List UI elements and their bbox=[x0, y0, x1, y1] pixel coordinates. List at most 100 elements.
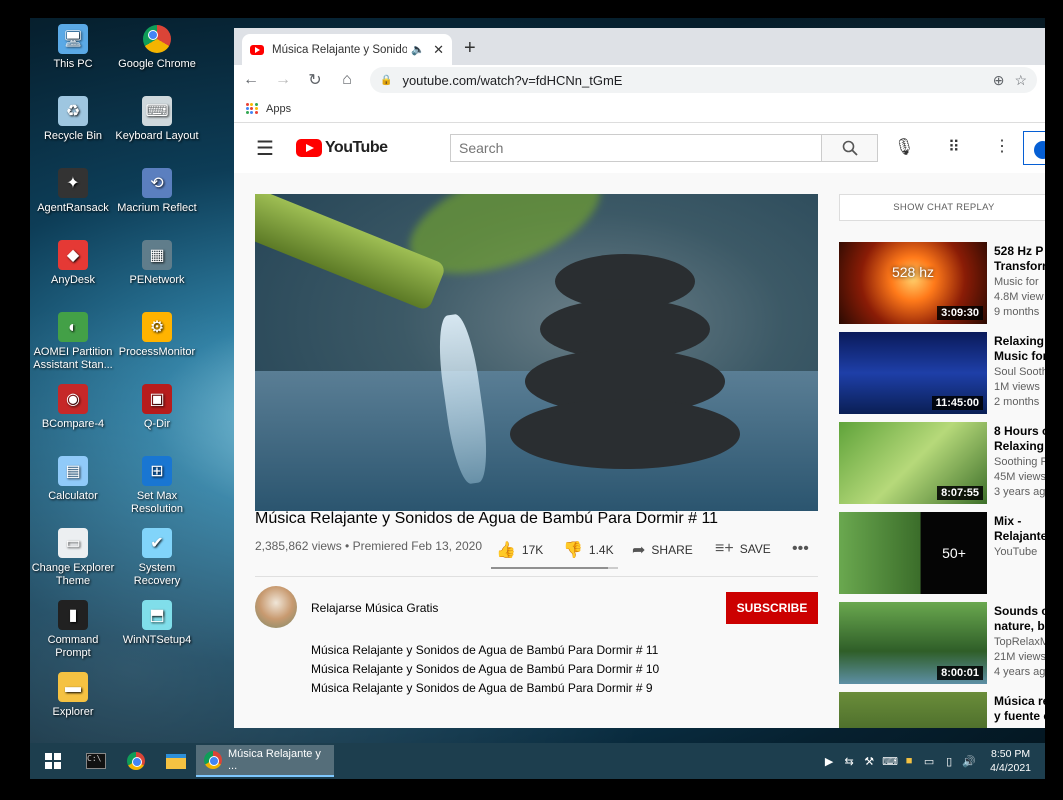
recommendation-meta: 4 years ag bbox=[994, 666, 1045, 678]
recommendation-thumbnail[interactable]: 50+ bbox=[839, 512, 987, 594]
more-options-icon[interactable]: ⋮ bbox=[994, 136, 1010, 156]
channel-name[interactable]: Relajarse Música Gratis bbox=[311, 601, 438, 615]
chrome-icon bbox=[142, 24, 172, 54]
tool-icon[interactable]: ⚒ bbox=[862, 755, 876, 768]
desktop-icon-label: AgentRansack bbox=[37, 202, 109, 214]
dislike-button[interactable]: 👎 1.4K bbox=[563, 540, 614, 560]
description-line: Música Relajante y Sonidos de Agua de Ba… bbox=[311, 643, 659, 657]
chrome-icon bbox=[204, 751, 222, 769]
like-button[interactable]: 👍 17K bbox=[496, 540, 543, 560]
recommendation-item[interactable]: Música re y fuente c bbox=[839, 692, 1045, 728]
recommendation-title-line: Relaxing bbox=[994, 334, 1045, 348]
home-icon[interactable]: ⌂ bbox=[338, 71, 356, 89]
clock[interactable]: 8:50 PM 4/4/2021 bbox=[990, 747, 1031, 775]
apps-bookmark[interactable]: Apps bbox=[266, 103, 291, 115]
desktop-icon[interactable]: ▮ Command Prompt bbox=[31, 600, 115, 660]
search-button[interactable] bbox=[822, 134, 878, 162]
taskbar-chrome[interactable] bbox=[116, 743, 156, 779]
desktop-icon[interactable]: ▦ PENetwork bbox=[115, 240, 199, 287]
forward-icon[interactable]: → bbox=[274, 71, 292, 89]
desktop-icon[interactable]: ▤ Calculator bbox=[31, 456, 115, 503]
recommendation-item[interactable]: 50+ Mix - Relajante YouTube bbox=[839, 512, 1045, 594]
recycle-bin-icon: ♻ bbox=[58, 96, 88, 126]
recommendation-item[interactable]: 8:07:55 8 Hours o Relaxing Soothing R 45M vi… bbox=[839, 422, 1045, 504]
channel-avatar[interactable] bbox=[255, 586, 297, 628]
media-play-icon[interactable]: ▶ bbox=[822, 755, 836, 768]
sign-in-button[interactable] bbox=[1023, 131, 1045, 165]
recommendation-thumbnail[interactable]: 8:00:01 bbox=[839, 602, 987, 684]
desktop-icon[interactable]: ▬ Explorer bbox=[31, 672, 115, 719]
volume-icon[interactable]: 🔊 bbox=[962, 755, 976, 768]
color-icon[interactable]: ■ bbox=[902, 755, 916, 767]
share-button[interactable]: ➦ SHARE bbox=[632, 540, 693, 560]
save-button[interactable]: ≡+ SAVE bbox=[715, 540, 771, 558]
desktop-icon[interactable]: Google Chrome bbox=[115, 24, 199, 71]
address-bar[interactable]: 🔒 youtube.com/watch?v=fdHCNn_tGmE ⊕ ☆ bbox=[370, 67, 1037, 93]
recommendation-title-line: Mix - bbox=[994, 514, 1022, 528]
computer-icon: 🖥 bbox=[58, 24, 88, 54]
desktop-icon[interactable]: ◐ AOMEI Partition Assistant Stan... bbox=[31, 312, 115, 372]
network-share-icon[interactable]: ⇆ bbox=[842, 755, 856, 768]
recommendation-thumbnail[interactable] bbox=[839, 692, 987, 728]
bookmark-star-icon[interactable]: ☆ bbox=[1014, 72, 1027, 89]
speaker-icon[interactable]: 🔈 bbox=[411, 43, 425, 56]
recommendation-title[interactable]: Sounds o nature, bi bbox=[994, 604, 1045, 634]
desktop-icon-label: This PC bbox=[53, 58, 93, 70]
add-icon[interactable]: ⊕ bbox=[993, 72, 1005, 89]
youtube-logo[interactable]: YouTube bbox=[295, 139, 388, 157]
monitor-icon[interactable]: ▭ bbox=[922, 755, 936, 768]
desktop-icon[interactable]: ✦ AgentRansack bbox=[31, 168, 115, 215]
desktop-icon[interactable]: ◉ BCompare-4 bbox=[31, 384, 115, 431]
recommendation-item[interactable]: 8:00:01 Sounds o nature, bi TopRelaxM 21M vi… bbox=[839, 602, 1045, 684]
recommendation-thumbnail[interactable]: 528 hz 3:09:30 bbox=[839, 242, 987, 324]
recommendation-thumbnail[interactable]: 11:45:00 bbox=[839, 332, 987, 414]
desktop-icon[interactable]: ▭ Change Explorer Theme bbox=[31, 528, 115, 588]
start-button[interactable] bbox=[30, 753, 76, 769]
taskbar-explorer[interactable] bbox=[156, 743, 196, 779]
video-player[interactable] bbox=[255, 194, 818, 511]
desktop-icon[interactable]: ⟲ Macrium Reflect bbox=[115, 168, 199, 215]
bcompare-icon: ◉ bbox=[58, 384, 88, 414]
bookmarks-bar: Apps bbox=[234, 95, 1045, 123]
back-icon[interactable]: ← bbox=[242, 71, 260, 89]
recommendation-title[interactable]: Relaxing Music for bbox=[994, 334, 1045, 364]
yt-apps-icon[interactable]: ⠿ bbox=[948, 137, 960, 157]
recommendation-title[interactable]: Mix - Relajante bbox=[994, 514, 1045, 544]
recommendation-thumbnail[interactable]: 8:07:55 bbox=[839, 422, 987, 504]
like-ratio-fill bbox=[491, 567, 608, 569]
apps-grid-icon[interactable] bbox=[246, 102, 258, 115]
recommendation-item[interactable]: 528 hz 3:09:30 528 Hz P Transforr Music for 4… bbox=[839, 242, 1045, 324]
menu-icon[interactable]: ☰ bbox=[256, 136, 274, 161]
tab-youtube[interactable]: Música Relajante y Sonidos d 🔈 ✕ bbox=[242, 34, 452, 65]
subscribe-button[interactable]: SUBSCRIBE bbox=[726, 592, 818, 624]
desktop-icon[interactable]: ▣ Q-Dir bbox=[115, 384, 199, 431]
desktop-icon[interactable]: ⬒ WinNTSetup4 bbox=[115, 600, 199, 647]
taskbar-cmd[interactable]: C:\ bbox=[76, 743, 116, 779]
recommendation-title[interactable]: 8 Hours o Relaxing bbox=[994, 424, 1045, 454]
recommendation-title[interactable]: 528 Hz P Transforr bbox=[994, 244, 1045, 274]
reload-icon[interactable]: ↻ bbox=[306, 70, 324, 90]
desktop-icon[interactable]: ⊞ Set Max Resolution bbox=[115, 456, 199, 516]
recommendation-item[interactable]: 11:45:00 Relaxing Music for Soul Sooth 1M vi… bbox=[839, 332, 1045, 414]
recommendation-title[interactable]: Música re y fuente c bbox=[994, 694, 1045, 724]
taskbar-active-window[interactable]: Música Relajante y ... bbox=[196, 745, 334, 777]
more-actions-button[interactable]: ••• bbox=[792, 540, 809, 558]
recommendation-meta: 4.8M view bbox=[994, 291, 1044, 303]
close-tab-icon[interactable]: ✕ bbox=[433, 42, 444, 58]
recommendation-meta: Music for bbox=[994, 276, 1039, 288]
desktop-icon[interactable]: ✔ System Recovery bbox=[115, 528, 199, 588]
desktop-icon-label: System Recovery bbox=[133, 562, 181, 587]
keyboard-icon[interactable]: ⌨ bbox=[882, 755, 898, 768]
battery-icon[interactable]: ▯ bbox=[942, 755, 956, 768]
desktop-icon[interactable]: 🖥 This PC bbox=[31, 24, 115, 71]
windows-logo-icon bbox=[45, 753, 61, 769]
lock-icon[interactable]: 🔒 bbox=[380, 75, 392, 86]
search-input[interactable] bbox=[450, 134, 822, 162]
desktop-icon[interactable]: ♻ Recycle Bin bbox=[31, 96, 115, 143]
show-chat-replay-button[interactable]: SHOW CHAT REPLAY bbox=[839, 194, 1045, 221]
desktop-icon[interactable]: ◆ AnyDesk bbox=[31, 240, 115, 287]
microphone-icon[interactable]: 🎙 bbox=[894, 137, 914, 157]
new-tab-button[interactable]: + bbox=[464, 37, 476, 60]
desktop-icon[interactable]: ⚙ ProcessMonitor bbox=[115, 312, 199, 359]
desktop-icon[interactable]: ⌨ Keyboard Layout bbox=[115, 96, 199, 143]
